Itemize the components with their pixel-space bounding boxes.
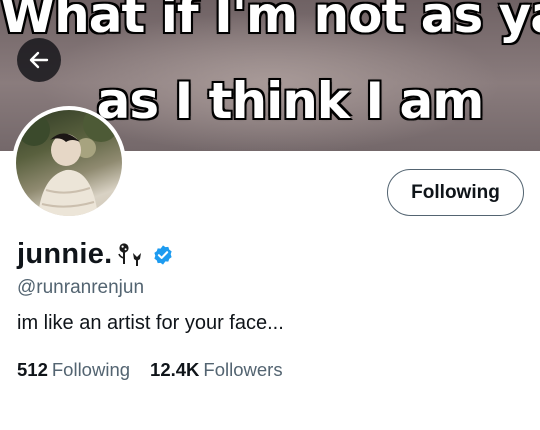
profile-stats: 512 Following 12.4K Followers	[17, 359, 303, 381]
verified-badge-icon	[153, 244, 172, 265]
followers-label: Followers	[203, 359, 283, 380]
profile-bio: im like an artist for your face...	[17, 312, 284, 334]
following-button[interactable]: Following	[387, 169, 524, 216]
display-name: junnie.	[17, 238, 113, 270]
flower-emoji	[115, 242, 149, 268]
following-stat-link[interactable]: 512 Following	[17, 359, 130, 381]
arrow-left-icon	[29, 51, 49, 69]
followers-stat-link[interactable]: 12.4K Followers	[150, 359, 283, 381]
avatar[interactable]	[12, 106, 126, 220]
user-handle: @runranrenjun	[17, 277, 145, 298]
back-button[interactable]	[17, 38, 61, 82]
display-name-row: junnie.	[17, 238, 174, 271]
following-count: 512	[17, 359, 48, 380]
avatar-photo	[16, 110, 122, 216]
banner-caption-line-1: What if I'm not as yass	[0, 0, 540, 44]
following-label: Following	[51, 359, 131, 380]
followers-count: 12.4K	[150, 359, 200, 380]
